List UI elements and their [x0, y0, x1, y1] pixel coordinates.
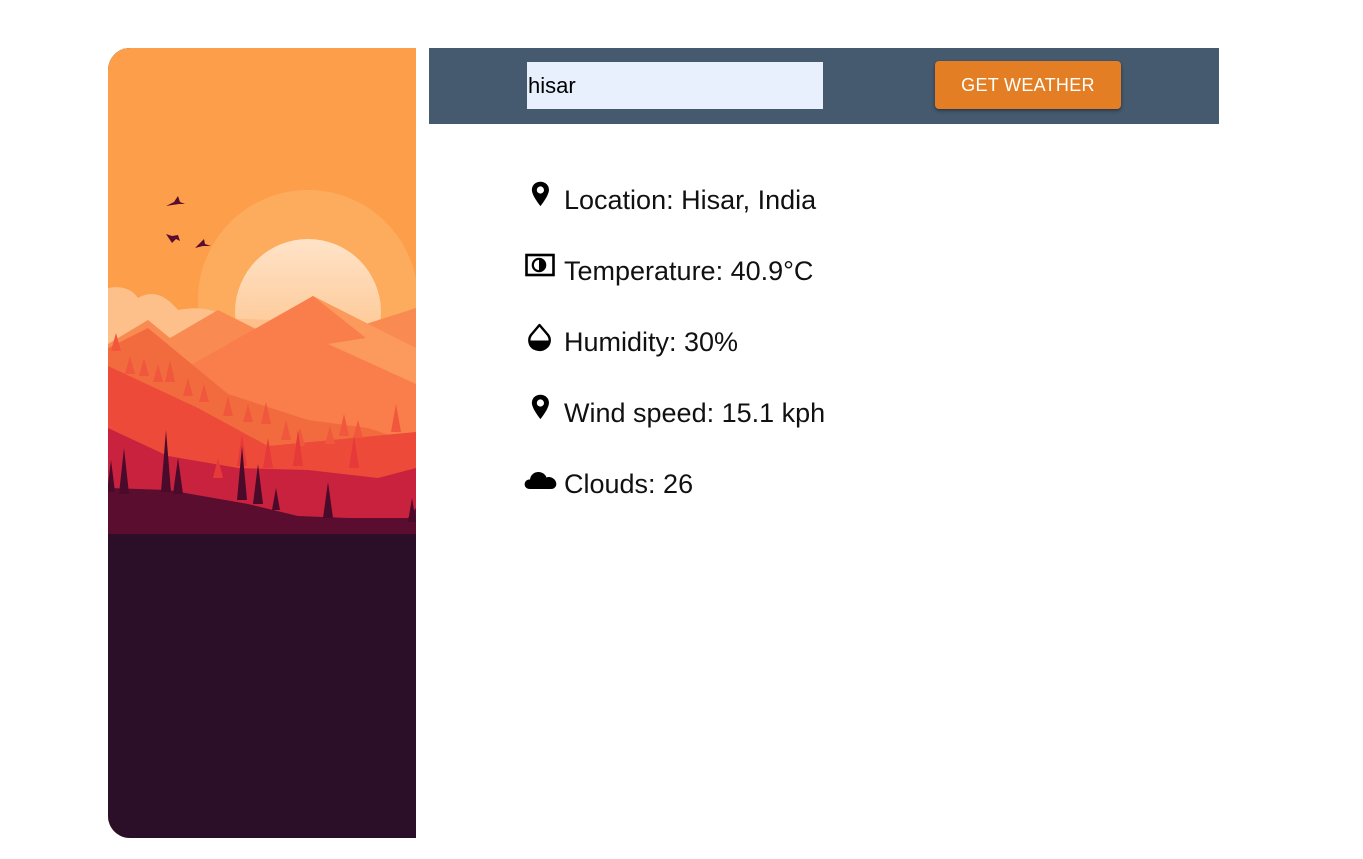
temperature-text: Temperature: 40.9°C: [564, 256, 814, 286]
location-row: Location: Hisar, India: [524, 178, 1124, 249]
map-pin-icon: [524, 180, 556, 212]
weather-app: GET WEATHER Location: Hisar, India: [0, 0, 1363, 859]
cloud-icon: [524, 464, 557, 496]
thermometer-icon: [524, 251, 556, 283]
wind-speed-text: Wind speed: 15.1 kph: [564, 398, 826, 428]
city-search-input[interactable]: [527, 62, 823, 109]
get-weather-button[interactable]: GET WEATHER: [935, 61, 1121, 109]
temperature-row: Temperature: 40.9°C: [524, 249, 1124, 320]
sunset-illustration: [108, 48, 416, 838]
humidity-text: Humidity: 30%: [564, 327, 739, 357]
water-drop-icon: [524, 322, 556, 354]
humidity-row: Humidity: 30%: [524, 320, 1124, 391]
sunset-landscape-image: [108, 48, 416, 838]
map-pin-icon: [524, 393, 556, 425]
clouds-text: Clouds: 26: [564, 469, 694, 499]
location-text: Location: Hisar, India: [564, 185, 817, 215]
wind-row: Wind speed: 15.1 kph: [524, 391, 1124, 462]
weather-details-list: Location: Hisar, India Temperature: 40.9…: [524, 178, 1124, 533]
search-header: GET WEATHER: [429, 48, 1219, 124]
clouds-row: Clouds: 26: [524, 462, 1124, 533]
